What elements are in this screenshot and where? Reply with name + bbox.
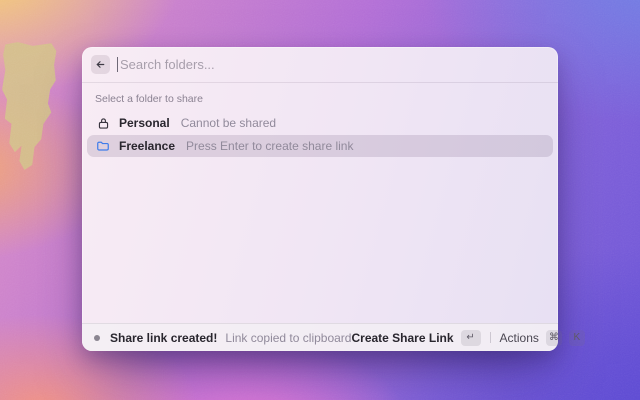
status-dot-icon	[94, 335, 100, 341]
status-message: Share link created!	[110, 331, 217, 345]
desktop-wallpaper: Select a folder to share Personal Cannot…	[0, 0, 640, 400]
folder-hint: Press Enter to create share link	[186, 139, 353, 153]
folder-hint: Cannot be shared	[181, 116, 276, 130]
section-header: Select a folder to share	[87, 89, 553, 112]
back-button[interactable]	[91, 55, 110, 74]
footer-divider	[490, 332, 491, 343]
command-key-icon: ⌘	[546, 330, 562, 346]
folder-name: Freelance	[119, 139, 175, 153]
lock-icon	[96, 117, 110, 130]
command-palette-window: Select a folder to share Personal Cannot…	[82, 47, 558, 351]
k-key-icon: K	[569, 330, 585, 346]
search-bar	[82, 47, 558, 83]
folder-row-freelance[interactable]: Freelance Press Enter to create share li…	[87, 135, 553, 157]
create-share-link-button[interactable]: Create Share Link	[351, 331, 453, 345]
footer-actions: Create Share Link ↵ Actions ⌘ K	[351, 330, 584, 346]
folder-name: Personal	[119, 116, 170, 130]
actions-menu-button[interactable]: Actions	[500, 331, 539, 345]
enter-key-icon: ↵	[461, 330, 481, 346]
search-input[interactable]	[118, 57, 549, 72]
folder-icon	[96, 139, 110, 153]
results-list: Select a folder to share Personal Cannot…	[82, 83, 558, 323]
status-detail: Link copied to clipboard	[225, 331, 351, 345]
arrow-left-icon	[95, 59, 106, 70]
folder-row-personal[interactable]: Personal Cannot be shared	[87, 112, 553, 134]
wallpaper-texture-blob	[2, 42, 58, 170]
footer-bar: Share link created! Link copied to clipb…	[82, 323, 558, 351]
